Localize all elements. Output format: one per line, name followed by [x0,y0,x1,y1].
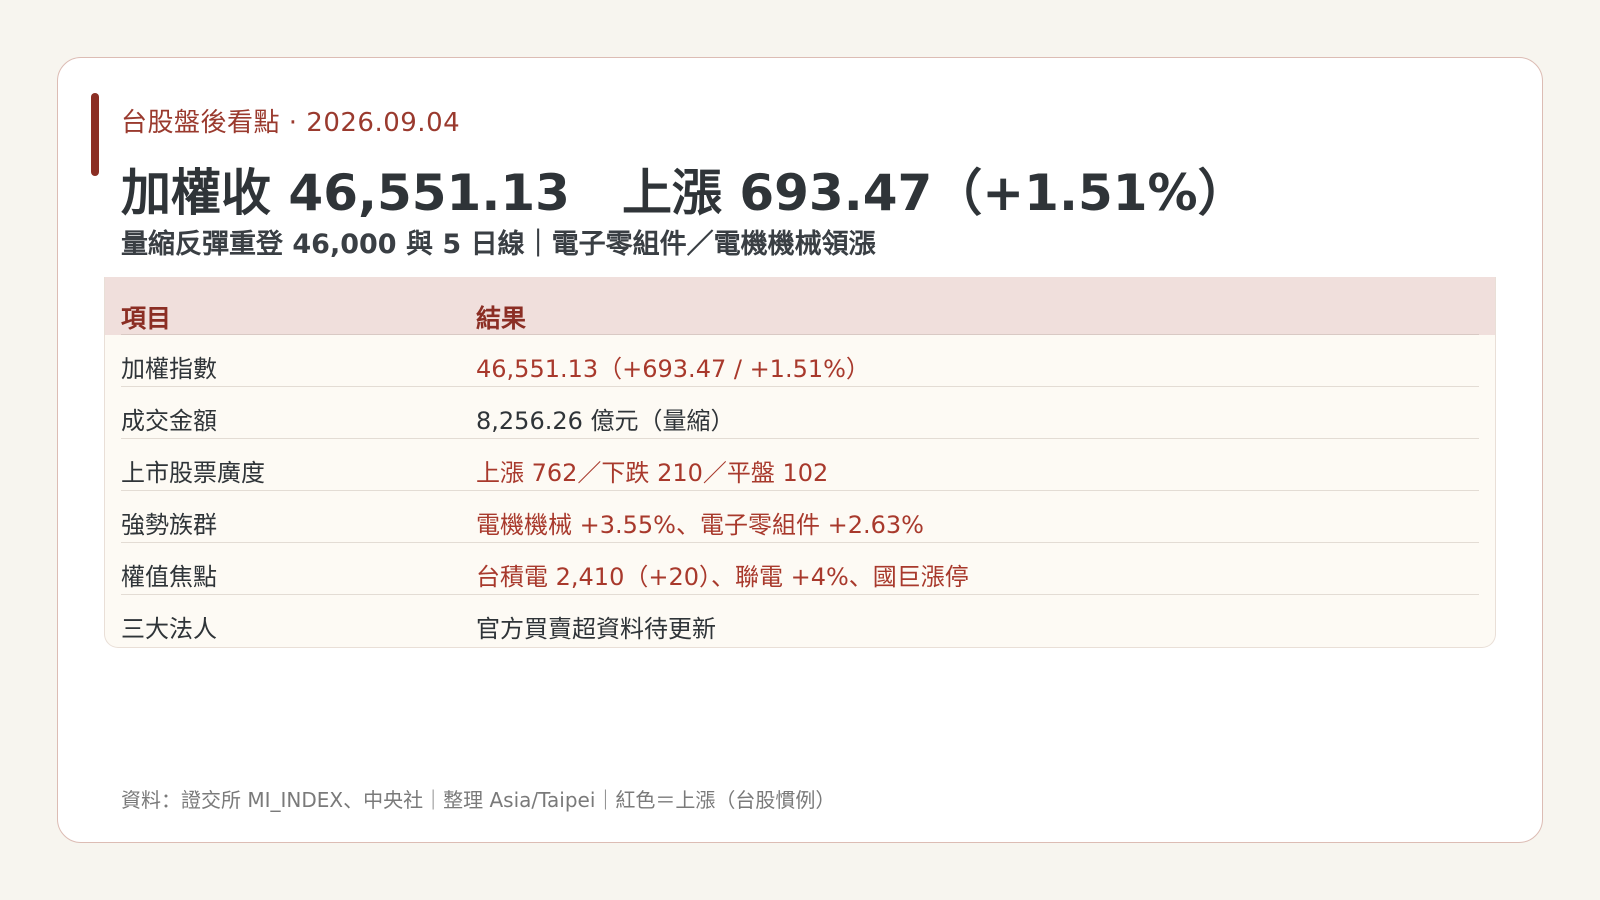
headline-close: 加權收 46,551.13 [121,164,570,222]
row-result: 官方買賣超資料待更新 [476,615,716,643]
table-row: 上市股票廣度 上漲 762／下跌 210／平盤 102 [105,439,1495,491]
row-result: 46,551.13（+693.47 / +1.51%） [476,355,870,383]
row-item: 權值焦點 [121,563,217,591]
row-result: 台積電 2,410（+20）、聯電 +4%、國巨漲停 [476,563,969,591]
source-footnote: 資料：證交所 MI_INDEX、中央社｜整理 Asia/Taipei｜紅色＝上漲… [121,788,836,812]
row-item: 成交金額 [121,407,217,435]
table-row: 加權指數 46,551.13（+693.47 / +1.51%） [105,335,1495,387]
row-item: 三大法人 [121,615,217,643]
table-row: 權值焦點 台積電 2,410（+20）、聯電 +4%、國巨漲停 [105,543,1495,595]
market-summary-card: 台股盤後看點 · 2026.09.04 加權收 46,551.13 上漲 693.… [57,57,1543,843]
row-result: 8,256.26 億元（量縮） [476,407,735,435]
row-item: 上市股票廣度 [121,459,265,487]
column-header-result: 結果 [476,304,527,333]
table-row: 強勢族群 電機機械 +3.55%、電子零組件 +2.63% [105,491,1495,543]
row-result: 電機機械 +3.55%、電子零組件 +2.63% [476,511,924,539]
table-header-row: 項目 結果 [105,277,1495,335]
kicker-date: 台股盤後看點 · 2026.09.04 [121,108,461,138]
subheadline: 量縮反彈重登 46,000 與 5 日線｜電子零組件／電機機械領漲 [121,229,876,260]
table-row: 成交金額 8,256.26 億元（量縮） [105,387,1495,439]
table-row: 三大法人 官方買賣超資料待更新 [105,595,1495,647]
row-item: 加權指數 [121,355,217,383]
accent-bar [91,93,99,176]
row-item: 強勢族群 [121,511,217,539]
headline: 加權收 46,551.13 上漲 693.47（+1.51%） [121,153,1248,225]
summary-table: 項目 結果 加權指數 46,551.13（+693.47 / +1.51%） 成… [104,277,1496,648]
column-header-item: 項目 [121,304,172,333]
row-result: 上漲 762／下跌 210／平盤 102 [476,459,829,487]
headline-change: 上漲 693.47（+1.51%） [621,164,1248,222]
